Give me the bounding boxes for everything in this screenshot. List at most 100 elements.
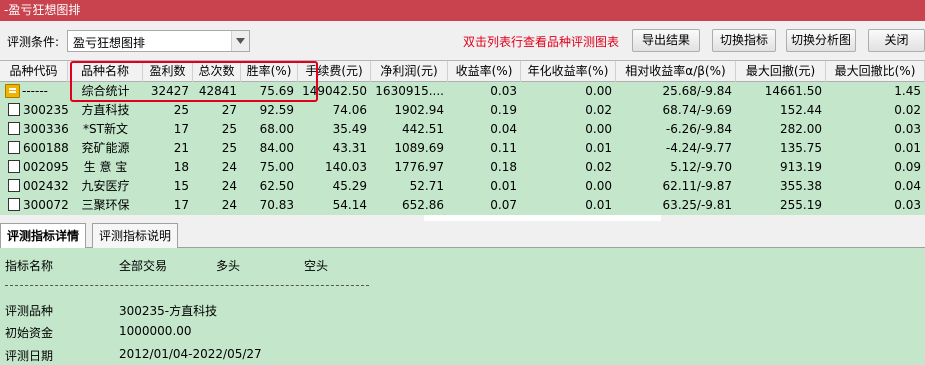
cell-code: 002095 <box>0 158 68 177</box>
cell-winrate: 62.50 <box>259 179 294 193</box>
cell-code: ------ <box>22 84 48 98</box>
column-header[interactable]: 收益率(%) <box>448 61 521 82</box>
cell-code: 600188 <box>0 139 68 158</box>
cell-annual-return: 0.00 <box>585 179 612 193</box>
column-header[interactable]: 最大回撤比(%) <box>826 61 925 82</box>
checkbox-icon[interactable] <box>8 141 20 154</box>
cell-total: 25 <box>221 122 237 136</box>
checkbox-icon[interactable] <box>8 160 20 173</box>
cell-profit: 652.86 <box>402 198 444 212</box>
cell-code: 300072 <box>0 196 68 215</box>
export-button[interactable]: 导出结果 <box>632 29 700 52</box>
detail-tabs: 评测指标详情 评测指标说明 <box>0 221 925 249</box>
detail-date-value: 2012/01/04-2022/05/27 <box>119 347 262 361</box>
table-row[interactable]: 002432 九安医疗 15 24 62.50 45.29 52.71 0.01 0.00 62.… <box>0 177 925 196</box>
column-header[interactable]: 品种代码 <box>0 61 68 82</box>
detail-header-long: 多头 <box>216 259 241 273</box>
cell-code-text: 300072 <box>23 198 68 212</box>
table-row[interactable]: 300235 方直科技 25 27 92.59 74.06 1902.94 0.19 0.02 6… <box>0 101 925 120</box>
toolbar: 评测条件: 盈亏狂想图排 双击列表行查看品种评测图表 导出结果 切换指标 切换分… <box>0 21 925 60</box>
cell-code-text: 002432 <box>23 179 68 193</box>
cell-wins: 21 <box>173 141 189 155</box>
tab-description[interactable]: 评测指标说明 <box>92 223 179 248</box>
chevron-down-icon[interactable] <box>231 31 249 51</box>
cell-relative-return: -4.24/-9.77 <box>665 141 732 155</box>
cell-annual-return: 0.01 <box>585 141 612 155</box>
cell-relative-return: 25.68/-9.84 <box>662 84 732 98</box>
divider <box>5 285 369 286</box>
column-header[interactable]: 净利润(元) <box>371 61 448 82</box>
column-header[interactable]: 相对收益率α/β(%) <box>616 61 736 82</box>
cell-return: 0.07 <box>490 198 517 212</box>
cell-max-drawdown: 355.38 <box>780 179 822 193</box>
results-table[interactable]: 品种代码 品种名称 盈利数 总次数 胜率(%) 手续费(元) 净利润(元) 收益… <box>0 60 925 215</box>
cell-max-drawdown: 152.44 <box>780 103 822 117</box>
cell-relative-return: 68.74/-9.69 <box>662 103 732 117</box>
cell-max-drawdown: 255.19 <box>780 198 822 212</box>
cell-annual-return: 0.02 <box>585 160 612 174</box>
tab-detail[interactable]: 评测指标详情 <box>0 223 87 249</box>
cell-wins: 17 <box>173 122 189 136</box>
cell-return: 0.04 <box>490 122 517 136</box>
cell-fee: 140.03 <box>325 160 367 174</box>
cell-wins: 18 <box>173 160 189 174</box>
cell-fee: 45.29 <box>332 179 367 193</box>
cell-max-drawdown-ratio: 0.03 <box>894 198 921 212</box>
cell-code-text: 600188 <box>23 141 68 155</box>
cell-total: 24 <box>221 179 237 193</box>
table-row[interactable]: 300072 三聚环保 17 24 70.83 54.14 652.86 0.07 0.01 63… <box>0 196 925 215</box>
close-button[interactable]: 关闭 <box>868 29 925 52</box>
cell-max-drawdown: 282.00 <box>780 122 822 136</box>
cell-profit: 1902.94 <box>394 103 444 117</box>
cell-name: 九安医疗 <box>81 179 130 193</box>
highlight-box <box>70 61 318 102</box>
condition-select[interactable]: 盈亏狂想图排 <box>67 30 250 52</box>
cell-return: 0.01 <box>490 179 517 193</box>
cell-fee: 54.14 <box>332 198 367 212</box>
cell-profit: 1630915.... <box>375 84 444 98</box>
cell-max-drawdown-ratio: 0.01 <box>894 141 921 155</box>
cell-winrate: 75.00 <box>259 160 294 174</box>
cell-name: *ST新文 <box>83 122 128 136</box>
cell-profit: 1089.69 <box>394 141 444 155</box>
detail-date-label: 评测日期 <box>5 349 54 363</box>
cell-total: 24 <box>221 198 237 212</box>
cell-profit: 1776.97 <box>394 160 444 174</box>
detail-panel: 指标名称 全部交易 多头 空头 评测品种 300235-方直科技 初始资金 10… <box>0 248 925 365</box>
cell-winrate: 70.83 <box>259 198 294 212</box>
cell-name: 三聚环保 <box>81 198 130 212</box>
switch-chart-button[interactable]: 切换分析图 <box>786 29 856 52</box>
cell-code: 300235 <box>0 101 68 120</box>
table-row[interactable]: 300336 *ST新文 17 25 68.00 35.49 442.51 0.04 0.00 -… <box>0 120 925 139</box>
checkbox-icon[interactable] <box>8 122 20 135</box>
cell-code-text: 300336 <box>23 122 68 136</box>
cell-max-drawdown-ratio: 0.03 <box>894 122 921 136</box>
condition-select-value: 盈亏狂想图排 <box>73 36 146 50</box>
cell-winrate: 92.59 <box>259 103 294 117</box>
checkbox-icon[interactable] <box>8 179 20 192</box>
table-row[interactable]: 002095 生 意 宝 18 24 75.00 140.03 1776.97 0.18 0.0… <box>0 158 925 177</box>
detail-header-all: 全部交易 <box>119 259 168 273</box>
cell-return: 0.03 <box>490 84 517 98</box>
detail-capital-value: 1000000.00 <box>119 324 192 338</box>
cell-return: 0.11 <box>490 141 517 155</box>
cell-max-drawdown-ratio: 0.09 <box>894 160 921 174</box>
cell-winrate: 84.00 <box>259 141 294 155</box>
switch-indicator-button[interactable]: 切换指标 <box>712 29 776 52</box>
cell-fee: 74.06 <box>332 103 367 117</box>
table-row[interactable]: 600188 兖矿能源 21 25 84.00 43.31 1089.69 0.11 0.01 -… <box>0 139 925 158</box>
checkbox-icon[interactable] <box>8 198 20 211</box>
cell-winrate: 68.00 <box>259 122 294 136</box>
column-header[interactable]: 年化收益率(%) <box>521 61 616 82</box>
checkbox-icon[interactable] <box>8 103 20 116</box>
cell-profit: 442.51 <box>402 122 444 136</box>
cell-annual-return: 0.02 <box>585 103 612 117</box>
cell-code-text: 300235 <box>23 103 68 117</box>
detail-symbol-label: 评测品种 <box>5 304 54 318</box>
cell-total: 25 <box>221 141 237 155</box>
cell-fee: 43.31 <box>332 141 367 155</box>
cell-relative-return: -6.26/-9.84 <box>665 122 732 136</box>
cell-max-drawdown: 913.19 <box>780 160 822 174</box>
column-header[interactable]: 最大回撤(元) <box>736 61 826 82</box>
cell-code: 300336 <box>0 120 68 139</box>
